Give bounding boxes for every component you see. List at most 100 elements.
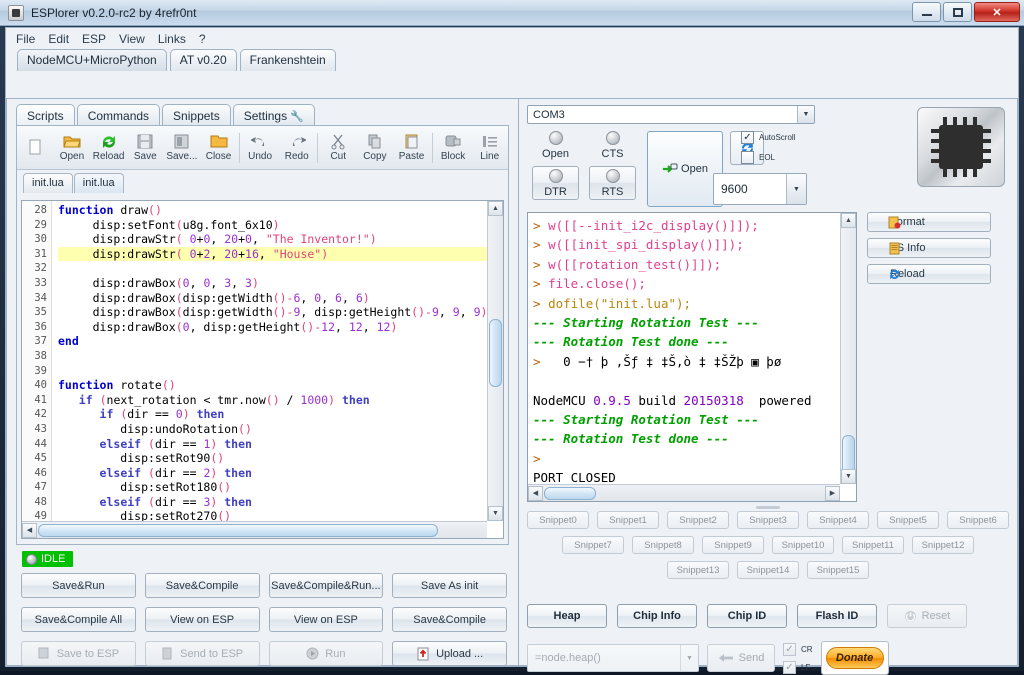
open-port-button[interactable]: Open [647, 131, 723, 207]
menu-item-links[interactable]: Links [158, 32, 186, 46]
save-compile-all-button[interactable]: Save&Compile All [21, 607, 136, 632]
toolbar-reload[interactable]: Reload [90, 127, 127, 169]
format-button[interactable]: Format [867, 212, 991, 232]
toolbar-undo[interactable]: Undo [242, 127, 279, 169]
scroll-down-arrow[interactable]: ▼ [488, 506, 503, 521]
snippet-button-5[interactable]: Snippet5 [877, 511, 939, 529]
toolbar-block[interactable]: Block [435, 127, 472, 169]
snippet-button-4[interactable]: Snippet4 [807, 511, 869, 529]
snippet-button-9[interactable]: Snippet9 [702, 536, 764, 554]
cr-checkbox[interactable]: ✓ [783, 642, 796, 656]
tab-at-v020[interactable]: AT v0.20 [169, 49, 237, 71]
snippet-button-14[interactable]: Snippet14 [737, 561, 799, 579]
snippet-button-8[interactable]: Snippet8 [632, 536, 694, 554]
snippet-button-10[interactable]: Snippet10 [772, 536, 834, 554]
view-on-esp-button-2[interactable]: View on ESP [268, 607, 384, 632]
menu-item-esp[interactable]: ESP [82, 32, 106, 46]
editor-hscroll-thumb[interactable] [38, 523, 438, 537]
save-compile-button-2[interactable]: Save&Compile [392, 607, 507, 632]
console-scroll-right-arrow[interactable]: ▶ [825, 485, 840, 501]
snippet-button-13[interactable]: Snippet13 [667, 561, 729, 579]
flash-id-button[interactable]: Flash ID [797, 604, 877, 628]
scroll-left-arrow[interactable]: ◀ [22, 522, 37, 538]
chip-image-button[interactable] [917, 107, 1005, 187]
upload-button[interactable]: Upload ... [392, 641, 507, 666]
tab-frankenshtein[interactable]: Frankenshtein [239, 49, 336, 71]
menu-item-file[interactable]: File [16, 32, 35, 46]
console-scroll-up-arrow[interactable]: ▲ [841, 213, 856, 228]
menu-item-view[interactable]: View [119, 32, 145, 46]
save-to-esp-button[interactable]: Save to ESP [21, 641, 136, 666]
save-as-init-button[interactable]: Save As init [392, 573, 507, 598]
menu-item-edit[interactable]: Edit [48, 32, 69, 46]
save-and-run-button[interactable]: Save&Run [21, 573, 136, 598]
run-button[interactable]: Run [268, 641, 384, 666]
baud-chevron-down-icon[interactable]: ▼ [786, 174, 806, 204]
view-on-esp-button-1[interactable]: View on ESP [144, 607, 260, 632]
autoscroll-checkbox[interactable]: ✓ [741, 131, 754, 144]
editor-vertical-scrollbar[interactable]: ▲ ▼ [487, 201, 503, 521]
save-and-compile-button[interactable]: Save&Compile [144, 573, 260, 598]
file-tab-init-lua-2[interactable]: init.lua [73, 173, 124, 193]
save-compile-run-button[interactable]: Save&Compile&Run... [268, 573, 384, 598]
send-button[interactable]: Send [707, 644, 775, 672]
toolbar-redo[interactable]: Redo [278, 127, 315, 169]
scroll-up-arrow[interactable]: ▲ [488, 201, 503, 216]
tab-nodemcu-micropython[interactable]: NodeMCU+MicroPython [17, 49, 167, 71]
reset-button[interactable]: Reset [887, 604, 967, 628]
toolbar-cut[interactable]: Cut [320, 127, 357, 169]
donate-button-wrap[interactable]: Donate [820, 641, 889, 675]
toolbar-save-as[interactable]: Save... [164, 127, 201, 169]
snippet-button-15[interactable]: Snippet15 [807, 561, 869, 579]
heap-button[interactable]: Heap [527, 604, 607, 628]
snippet-button-6[interactable]: Snippet6 [947, 511, 1009, 529]
lf-checkbox[interactable]: ✓ [783, 660, 796, 674]
toolbar-line[interactable]: Line [471, 127, 508, 169]
snippet-button-1[interactable]: Snippet1 [597, 511, 659, 529]
command-input[interactable]: =node.heap() ▼ [527, 644, 699, 672]
code-editor[interactable]: 28 29 30 31 32 33 34 35 36 37 38 39 40 4… [21, 200, 504, 539]
minimize-button[interactable] [912, 2, 941, 22]
baud-rate-select[interactable]: 9600 ▼ [713, 173, 807, 205]
eol-checkbox[interactable] [741, 151, 754, 164]
command-chevron-down-icon[interactable]: ▼ [680, 645, 698, 671]
snippet-button-2[interactable]: Snippet2 [667, 511, 729, 529]
file-tab-init-lua-1[interactable]: init.lua [23, 173, 73, 193]
send-to-esp-button[interactable]: Send to ESP [144, 641, 260, 666]
console-scroll-left-arrow[interactable]: ◀ [528, 485, 543, 501]
lf-checkbox-row[interactable]: ✓ LF [783, 660, 813, 674]
fs-reload-button[interactable]: Reload [867, 264, 991, 284]
console-hscroll-thumb[interactable] [544, 486, 596, 500]
snippet-button-0[interactable]: Snippet0 [527, 511, 589, 529]
console-horizontal-scrollbar[interactable]: ◀ ▶ [528, 484, 840, 501]
close-button[interactable]: ✕ [974, 2, 1020, 22]
dtr-button[interactable]: DTR [532, 166, 579, 200]
rts-button[interactable]: RTS [589, 166, 636, 200]
eol-checkbox-row[interactable]: EOL [741, 151, 795, 164]
editor-horizontal-scrollbar[interactable]: ◀ [22, 521, 487, 538]
snippet-button-7[interactable]: Snippet7 [562, 536, 624, 554]
maximize-button[interactable] [943, 2, 972, 22]
console-vertical-scrollbar[interactable]: ▲ ▼ [840, 213, 856, 484]
toolbar-paste[interactable]: Paste [393, 127, 430, 169]
snippet-button-12[interactable]: Snippet12 [912, 536, 974, 554]
chevron-down-icon[interactable]: ▼ [797, 106, 814, 123]
snippet-button-3[interactable]: Snippet3 [737, 511, 799, 529]
toolbar-open[interactable]: Open [54, 127, 91, 169]
toolbar-copy[interactable]: Copy [357, 127, 394, 169]
editor-scroll-thumb[interactable] [489, 319, 502, 387]
chip-info-button[interactable]: Chip Info [617, 604, 697, 628]
donate-button[interactable]: Donate [825, 647, 884, 669]
cr-checkbox-row[interactable]: ✓ CR [783, 642, 813, 656]
toolbar-save[interactable]: Save [127, 127, 164, 169]
menu-item-help[interactable]: ? [199, 32, 206, 46]
fs-info-button[interactable]: FS Info [867, 238, 991, 258]
chip-id-button[interactable]: Chip ID [707, 604, 787, 628]
autoscroll-checkbox-row[interactable]: ✓ AutoScroll [741, 131, 795, 144]
toolbar-close[interactable]: Close [200, 127, 237, 169]
toolbar-new[interactable] [17, 127, 54, 169]
serial-console[interactable]: > w([[--init_i2c_display()]]); > w([[ini… [527, 212, 857, 502]
com-port-select[interactable]: COM3 ▼ [527, 105, 815, 124]
snippet-button-11[interactable]: Snippet11 [842, 536, 904, 554]
console-scroll-down-arrow[interactable]: ▼ [841, 469, 856, 484]
